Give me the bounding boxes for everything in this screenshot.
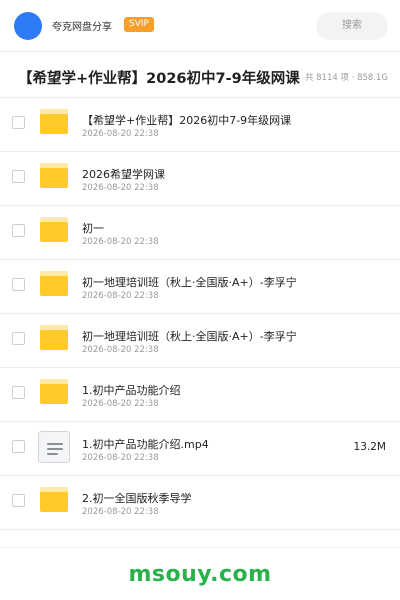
watermark: msouy.com <box>128 562 272 587</box>
sharer-name: 夸克网盘分享 <box>52 22 112 33</box>
item-date: 2026-08-20 22:38 <box>82 453 159 463</box>
item-date: 2026-08-20 22:38 <box>82 183 159 193</box>
item-date: 2026-08-20 22:38 <box>82 291 159 301</box>
item-date: 2026-08-20 22:38 <box>82 399 159 409</box>
folder-icon <box>40 271 68 296</box>
item-checkbox[interactable] <box>12 170 25 183</box>
list-item[interactable]: 【希望学+作业帮】2026初中7-9年级网课 2026-08-20 22:38 <box>0 98 400 152</box>
item-checkbox[interactable] <box>12 332 25 345</box>
item-name: 初一地理培训班（秋上·全国版·A+）-李孚宁 <box>82 330 297 343</box>
share-summary: 共 8114 项 · 858.1G <box>304 73 388 83</box>
item-checkbox[interactable] <box>12 386 25 399</box>
list-item[interactable]: 2.初一全国版秋季导学 2026-08-20 22:38 <box>0 476 400 530</box>
item-date: 2026-08-20 22:38 <box>82 345 159 355</box>
folder-icon <box>40 109 68 134</box>
file-list: 【希望学+作业帮】2026初中7-9年级网课 2026-08-20 22:38 … <box>0 98 400 530</box>
item-name: 初一地理培训班（秋上·全国版·A+）-李孚宁 <box>82 276 297 289</box>
item-name: 1.初中产品功能介绍.mp4 <box>82 438 209 451</box>
svip-badge: SVIP <box>124 17 154 32</box>
item-checkbox[interactable] <box>12 440 25 453</box>
list-item[interactable]: 2026希望学网课 2026-08-20 22:38 <box>0 152 400 206</box>
item-name: 2026希望学网课 <box>82 168 165 181</box>
list-item[interactable]: 1.初中产品功能介绍.mp4 2026-08-20 22:38 13.2M <box>0 422 400 476</box>
folder-icon <box>40 487 68 512</box>
item-size: 13.2M <box>353 441 386 453</box>
item-date: 2026-08-20 22:38 <box>82 237 159 247</box>
item-name: 初一 <box>82 222 104 235</box>
item-name: 2.初一全国版秋季导学 <box>82 492 192 505</box>
item-name: 1.初中产品功能介绍 <box>82 384 181 397</box>
folder-icon <box>40 379 68 404</box>
folder-icon <box>40 325 68 350</box>
page-title: 【希望学+作业帮】2026初中7-9年级网课 <box>18 71 300 87</box>
list-item[interactable]: 初一 2026-08-20 22:38 <box>0 206 400 260</box>
item-checkbox[interactable] <box>12 494 25 507</box>
search-button[interactable]: 搜索 <box>316 12 388 40</box>
item-date: 2026-08-20 22:38 <box>82 507 159 517</box>
avatar[interactable] <box>14 12 42 40</box>
folder-icon <box>40 163 68 188</box>
top-bar: 夸克网盘分享 SVIP 搜索 <box>0 0 400 52</box>
list-item[interactable]: 初一地理培训班（秋上·全国版·A+）-李孚宁 2026-08-20 22:38 <box>0 260 400 314</box>
item-name: 【希望学+作业帮】2026初中7-9年级网课 <box>82 114 292 127</box>
document-file-icon <box>38 431 70 463</box>
item-date: 2026-08-20 22:38 <box>82 129 159 139</box>
item-checkbox[interactable] <box>12 116 25 129</box>
item-checkbox[interactable] <box>12 278 25 291</box>
divider <box>0 547 400 548</box>
list-item[interactable]: 初一地理培训班（秋上·全国版·A+）-李孚宁 2026-08-20 22:38 <box>0 314 400 368</box>
share-header: 【希望学+作业帮】2026初中7-9年级网课 共 8114 项 · 858.1G <box>0 52 400 98</box>
folder-icon <box>40 217 68 242</box>
list-item[interactable]: 1.初中产品功能介绍 2026-08-20 22:38 <box>0 368 400 422</box>
item-checkbox[interactable] <box>12 224 25 237</box>
